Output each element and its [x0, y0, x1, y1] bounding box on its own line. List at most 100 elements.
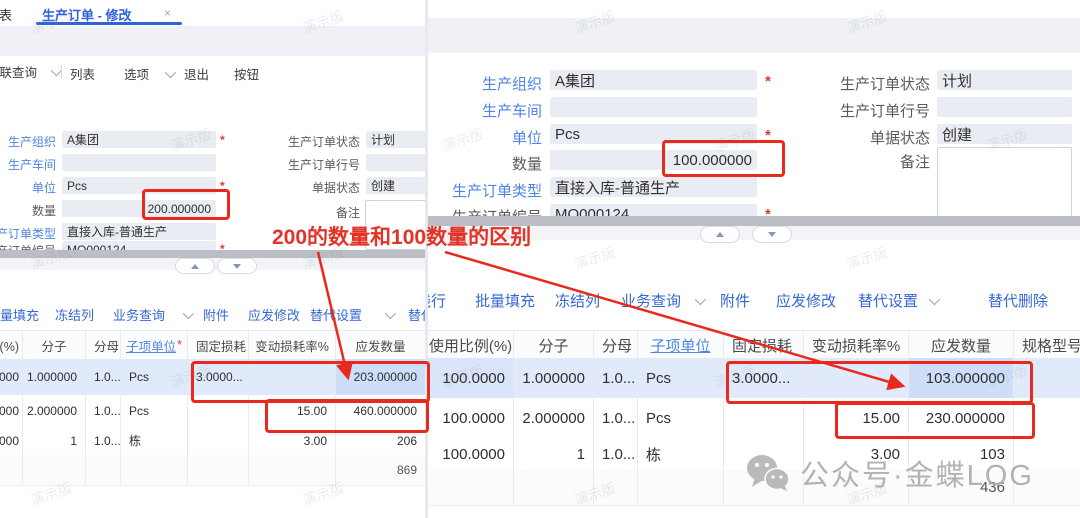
toolbar-issue-modify[interactable]: 应发修改 — [776, 290, 836, 311]
table-cell[interactable]: 3.00 — [248, 426, 335, 455]
order-line-no-field[interactable] — [366, 154, 425, 171]
org-field[interactable]: A集团 — [62, 131, 216, 148]
table-row[interactable]: 100.0000 1.000000 1.0... Pcs 3.0000... 2… — [0, 359, 425, 396]
table-cell[interactable] — [1013, 358, 1080, 398]
table-cell[interactable]: 203.000000 — [335, 359, 425, 395]
order-type-field[interactable]: 直接入库-普通生产 — [550, 177, 757, 197]
toolbar-attachment[interactable]: 附件 — [720, 290, 750, 311]
table-cell[interactable]: 460.000000 — [335, 395, 425, 426]
unit-field[interactable]: Pcs — [550, 124, 757, 144]
toolbar-freeze-column[interactable]: 冻结列 — [55, 305, 94, 324]
collapse-down-button[interactable] — [217, 258, 257, 274]
toolbar-business-query[interactable]: 业务查询 — [621, 290, 681, 311]
qty-field[interactable]: 100.000000 — [550, 150, 757, 170]
col-variable-loss-rate[interactable]: 变动损耗率% — [248, 331, 335, 359]
table-cell[interactable] — [1013, 398, 1080, 438]
table-cell[interactable] — [723, 398, 803, 438]
table-cell[interactable]: 1.000000 — [22, 359, 85, 395]
table-cell[interactable]: 100.0000 — [0, 395, 22, 426]
table-cell[interactable]: 1.000000 — [513, 358, 593, 398]
col-child-unit[interactable]: 子项单位* — [120, 331, 187, 359]
order-status-field[interactable]: 计划 — [366, 131, 425, 148]
order-line-no-field[interactable] — [937, 97, 1072, 117]
table-cell[interactable]: 1 — [513, 438, 593, 470]
table-cell[interactable]: 1.0... — [85, 395, 120, 426]
splitter-bar[interactable] — [0, 250, 425, 258]
table-cell[interactable]: 1 — [22, 426, 85, 455]
collapse-up-button[interactable] — [700, 226, 740, 243]
col-issue-qty[interactable]: 应发数量 — [335, 331, 425, 359]
table-cell[interactable]: 15.00 — [803, 398, 908, 438]
toolbar-substitute-setting[interactable]: 替代设置 — [310, 305, 362, 324]
toolbar-batch-fill[interactable]: 批量填充 — [475, 290, 535, 311]
toolbar-substitute-delete[interactable]: 替代删除 — [408, 305, 425, 323]
table-cell[interactable]: 1.0... — [85, 426, 120, 455]
toolbar-substitute-setting[interactable]: 替代设置 — [858, 290, 918, 311]
table-cell[interactable]: 100.0000 — [428, 358, 513, 398]
table-cell[interactable]: 100.0000 — [0, 359, 22, 395]
table-row[interactable]: 100.0000 2.000000 1.0... Pcs 15.00 460.0… — [0, 395, 425, 427]
table-cell[interactable]: 1.0... — [85, 359, 120, 395]
toolbar-substitute-delete[interactable]: 替代删除 — [988, 290, 1048, 311]
table-cell[interactable]: 3.0000... — [723, 358, 803, 398]
order-type-field[interactable]: 直接入库-普通生产 — [62, 223, 216, 240]
table-cell[interactable]: 2.000000 — [513, 398, 593, 438]
col-denominator[interactable]: 分母 — [85, 331, 120, 359]
memo-field[interactable] — [937, 147, 1072, 218]
col-denominator[interactable]: 分母 — [593, 331, 637, 359]
col-fixed-loss[interactable]: 固定损耗 — [187, 331, 248, 359]
toolbar-batch-fill[interactable]: 批量填充 — [0, 305, 46, 323]
toolbar-partial-row-action[interactable]: 线行 — [428, 290, 461, 310]
workshop-field[interactable] — [550, 97, 757, 117]
toolbar-freeze-column[interactable]: 冻结列 — [555, 290, 600, 311]
org-field[interactable]: A集团 — [550, 70, 757, 90]
table-cell[interactable]: Pcs — [637, 358, 723, 398]
col-usage-ratio[interactable]: 使用比例(%) — [428, 331, 513, 359]
table-cell[interactable]: Pcs — [120, 359, 187, 395]
menu-item-options[interactable]: 选项 — [124, 64, 149, 83]
table-cell[interactable]: 100.0000 — [0, 426, 22, 455]
order-status-field[interactable]: 计划 — [937, 70, 1072, 90]
qty-field[interactable]: 200.000000 — [62, 200, 216, 217]
doc-status-field[interactable]: 创建 — [366, 177, 425, 194]
toolbar-issue-modify[interactable]: 应发修改 — [248, 305, 300, 324]
table-cell[interactable]: 2.000000 — [22, 395, 85, 426]
col-usage-ratio[interactable]: 使用比例(%) — [0, 331, 22, 359]
table-cell[interactable]: Pcs — [120, 395, 187, 426]
table-cell[interactable]: 206 — [335, 426, 425, 455]
table-cell[interactable]: 230.000000 — [908, 398, 1013, 438]
table-cell[interactable] — [803, 358, 908, 398]
table-row[interactable]: 100.0000 1 1.0... 栋 3.00 206 — [0, 426, 425, 456]
table-cell[interactable] — [187, 395, 248, 426]
menu-item-exit[interactable]: 退出 — [184, 64, 209, 83]
col-child-unit[interactable]: 子项单位 — [637, 331, 723, 359]
table-cell[interactable]: 1.0... — [593, 398, 637, 438]
close-icon[interactable]: × — [164, 6, 171, 20]
tab-list[interactable]: 列表 — [0, 5, 17, 23]
table-cell[interactable]: 3.0000... — [187, 359, 248, 395]
table-cell[interactable]: 15.00 — [248, 395, 335, 426]
table-cell[interactable]: 1.0... — [593, 438, 637, 470]
col-issue-qty[interactable]: 应发数量 — [908, 331, 1013, 359]
table-cell[interactable]: 100.0000 — [428, 398, 513, 438]
menu-item-button[interactable]: 按钮 — [234, 64, 259, 83]
workshop-field[interactable] — [62, 154, 216, 171]
menu-item-list[interactable]: 列表 — [70, 64, 95, 83]
toolbar-attachment[interactable]: 附件 — [203, 305, 229, 324]
table-row[interactable]: 100.0000 1.000000 1.0... Pcs 3.0000... 1… — [428, 358, 1080, 399]
table-cell[interactable]: 1.0... — [593, 358, 637, 398]
col-spec-model[interactable]: 规格型号 — [1013, 331, 1080, 359]
collapse-up-button[interactable] — [175, 258, 215, 274]
table-cell[interactable]: Pcs — [637, 398, 723, 438]
unit-field[interactable]: Pcs — [62, 177, 216, 194]
col-numerator[interactable]: 分子 — [22, 331, 85, 359]
table-cell[interactable] — [248, 359, 335, 395]
table-cell[interactable]: 100.0000 — [428, 438, 513, 470]
collapse-down-button[interactable] — [752, 226, 792, 243]
table-row[interactable]: 100.0000 2.000000 1.0... Pcs 15.00 230.0… — [428, 398, 1080, 439]
table-cell[interactable]: 103.000000 — [908, 358, 1013, 398]
col-variable-loss-rate[interactable]: 变动损耗率% — [803, 331, 908, 359]
table-cell[interactable] — [187, 426, 248, 455]
table-cell[interactable]: 栋 — [120, 426, 187, 455]
toolbar-business-query[interactable]: 业务查询 — [113, 305, 165, 324]
